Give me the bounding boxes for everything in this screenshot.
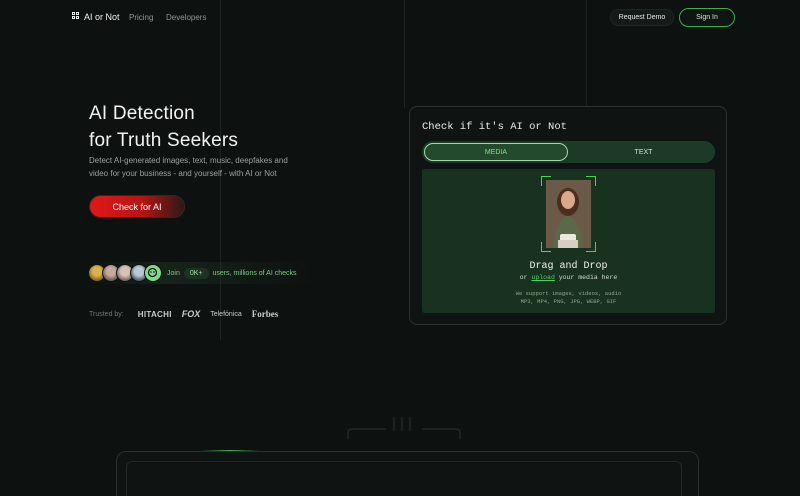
checker-tabs: MEDIA TEXT	[422, 141, 715, 163]
social-proof: Join 0K+ users, millions of AI checks	[88, 262, 314, 284]
supported-formats-line1: We support images, videos, audio	[515, 290, 622, 297]
ai-robot-icon	[147, 267, 158, 278]
sample-image-frame	[541, 176, 596, 252]
top-nav: AI or Not Pricing Developers Request Dem…	[0, 0, 800, 36]
hero-title: AI Detection for Truth Seekers	[89, 100, 238, 154]
users-label: users, millions of AI checks	[212, 269, 297, 277]
bottom-card-inner	[126, 461, 682, 496]
drag-drop-title: Drag and Drop	[529, 261, 608, 272]
logo-text: AI or Not	[84, 12, 120, 22]
glow-accent	[200, 450, 260, 451]
tab-text[interactable]: TEXT	[572, 141, 715, 163]
brand-logo-hitachi: HITACHI	[137, 309, 172, 319]
supported-formats-line2: MP3, MP4, PNG, JPG, WEBP, GIF	[520, 298, 617, 305]
hero-subtitle: Detect AI-generated images, text, music,…	[89, 156, 288, 178]
media-dropzone[interactable]: Drag and Drop or upload your media here …	[422, 169, 715, 313]
ai-checker-panel: Check if it's AI or Not MEDIA TEXT Drag …	[409, 106, 727, 325]
nav-link-pricing[interactable]: Pricing	[129, 13, 153, 22]
brand-logo-telefonica: Telefónica	[210, 310, 242, 318]
sample-portrait-icon	[546, 180, 591, 248]
users-count-badge: 0K+	[183, 267, 209, 279]
join-label: Join	[167, 269, 180, 277]
brand-logo-fox: FOX	[181, 309, 201, 319]
sample-image	[546, 180, 591, 248]
nav-link-developers[interactable]: Developers	[166, 13, 206, 22]
hero-title-line1: AI Detection	[89, 103, 195, 124]
avatar	[144, 264, 162, 282]
hero-title-line2: for Truth Seekers	[89, 130, 239, 151]
drop-sub-prefix: or	[519, 274, 532, 281]
check-for-ai-button[interactable]: Check for AI	[89, 195, 185, 218]
brand-logo-forbes: Forbes	[251, 309, 279, 319]
sign-in-button[interactable]: Sign In	[679, 8, 735, 27]
drag-drop-subtitle: or upload your media here	[422, 274, 715, 281]
logo-icon	[72, 12, 80, 22]
avatar-group	[88, 264, 162, 282]
request-demo-button[interactable]: Request Demo	[610, 9, 674, 26]
trusted-by-label: Trusted by:	[89, 310, 124, 318]
supported-formats: We support images, videos, audio MP3, MP…	[422, 290, 715, 306]
drop-sub-suffix: your media here	[554, 274, 618, 281]
checker-title: Check if it's AI or Not	[422, 121, 567, 133]
tab-media[interactable]: MEDIA	[424, 143, 568, 161]
circuit-decoration	[347, 417, 461, 439]
logo[interactable]: AI or Not	[72, 12, 120, 22]
upload-link[interactable]: upload	[531, 274, 554, 281]
trusted-by: Trusted by: HITACHI FOX Telefónica Forbe…	[89, 309, 278, 319]
